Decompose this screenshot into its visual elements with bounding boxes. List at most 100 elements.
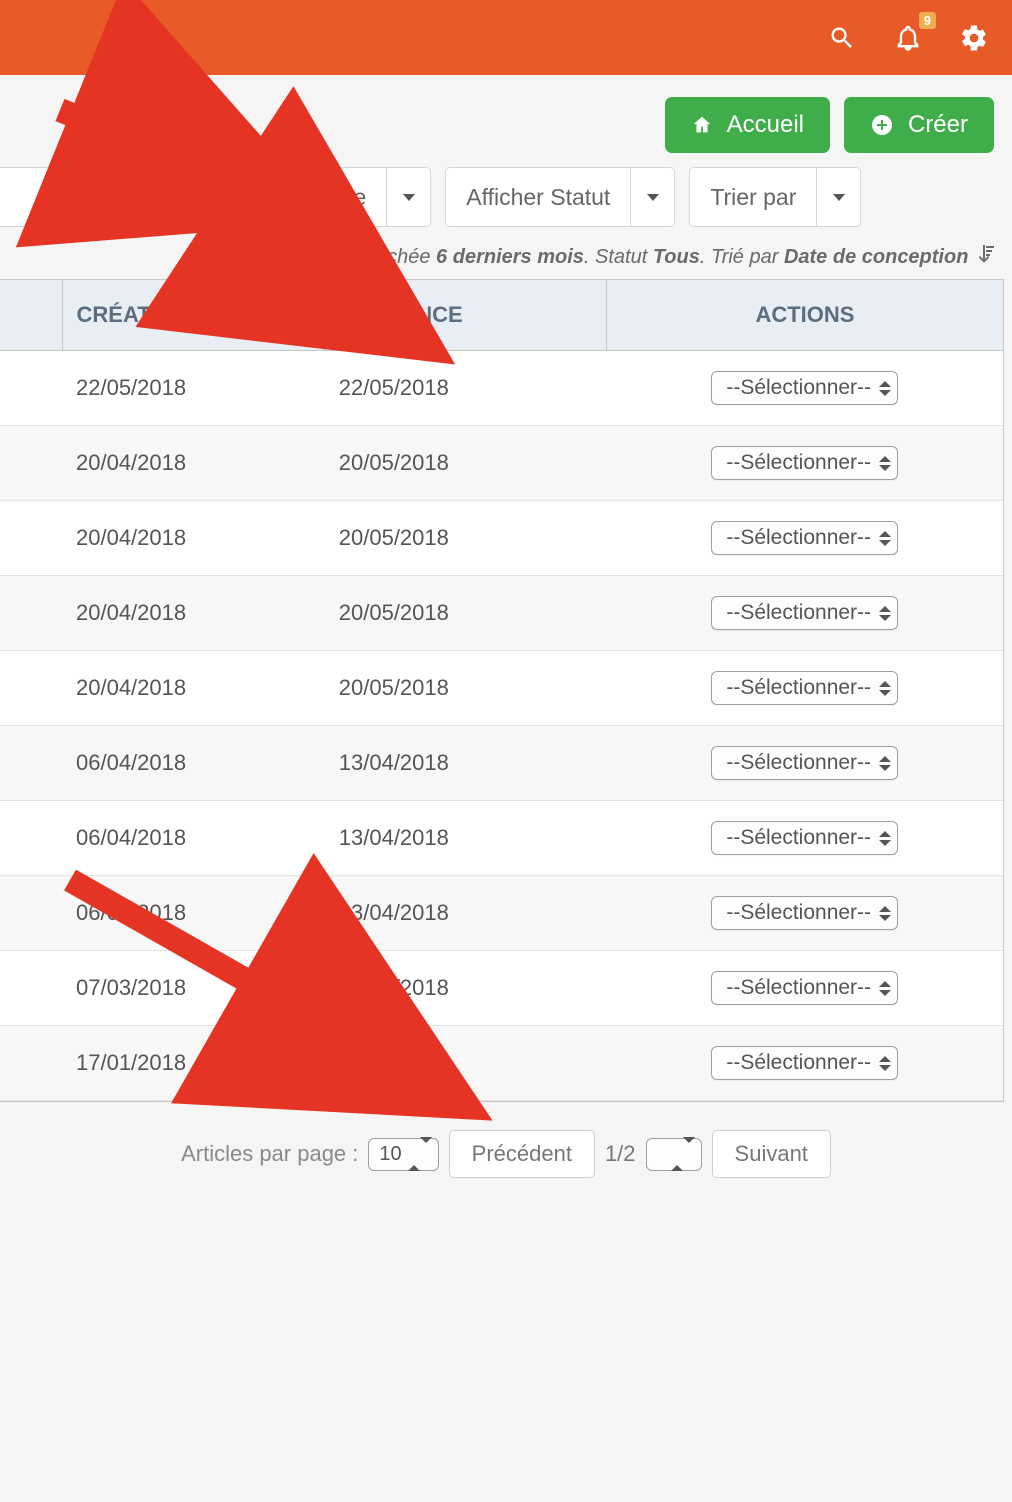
table-row[interactable]: 20/04/201820/05/2018--Sélectionner-- [0, 651, 1003, 726]
cell-actions: --Sélectionner-- [606, 876, 1003, 951]
cell-checkbox [0, 651, 62, 726]
spinner-icon [879, 606, 891, 621]
cell-actions: --Sélectionner-- [606, 951, 1003, 1026]
table-row[interactable]: 06/04/201813/04/2018 --Sélectionner-- [0, 801, 1003, 876]
cell-checkbox [0, 876, 62, 951]
row-action-select[interactable]: --Sélectionner-- [711, 596, 898, 630]
chevron-down-icon[interactable] [816, 168, 860, 226]
spinner-icon [879, 756, 891, 771]
create-button-label: Créer [908, 111, 968, 139]
cell-actions: --Sélectionner-- [606, 651, 1003, 726]
cell-creation: 06/04/2018 [62, 876, 325, 951]
cell-creation: 22/05/2018 [62, 351, 325, 426]
spinner-icon [408, 1143, 432, 1166]
cell-checkbox [0, 801, 62, 876]
cell-creation: 20/04/2018 [62, 426, 325, 501]
settings-icon[interactable] [956, 20, 992, 56]
search-input[interactable] [0, 167, 252, 227]
cell-checkbox [0, 426, 62, 501]
period-dropdown[interactable]: Période [266, 167, 431, 227]
row-action-select[interactable]: --Sélectionner-- [711, 446, 898, 480]
home-button-label: Accueil [727, 111, 804, 139]
cell-creation: 06/04/2018 [62, 801, 325, 876]
table-row[interactable]: 22/05/201822/05/2018 --Sélectionner-- [0, 351, 1003, 426]
page-size-label: Articles par page : [181, 1141, 358, 1167]
next-button[interactable]: Suivant [712, 1130, 831, 1178]
spinner-icon [879, 381, 891, 396]
data-table: CRÉATION ÉCHÉANCE ACTIONS 22/05/201822/0… [0, 279, 1004, 1102]
page-indicator: 1/2 [605, 1141, 636, 1167]
search-icon[interactable] [824, 20, 860, 56]
table-row[interactable]: 06/04/201813/04/2018 --Sélectionner-- [0, 726, 1003, 801]
spinner-icon [671, 1143, 695, 1166]
cell-due: 13/04/2018 [325, 726, 607, 801]
cell-due: 13/04/2018 [325, 801, 607, 876]
col-due[interactable]: ÉCHÉANCE [325, 280, 607, 351]
cell-creation: 20/04/2018 [62, 576, 325, 651]
create-button[interactable]: Créer [844, 97, 994, 153]
row-action-select[interactable]: --Sélectionner-- [711, 1046, 898, 1080]
period-dropdown-label[interactable]: Période [267, 168, 386, 226]
row-action-select[interactable]: --Sélectionner-- [711, 521, 898, 555]
pagination: Articles par page : 10 Précédent 1/2 Sui… [0, 1102, 1012, 1206]
summary-sort: Date de conception [784, 246, 968, 268]
row-action-select[interactable]: --Sélectionner-- [711, 671, 898, 705]
spinner-icon [879, 906, 891, 921]
table-row[interactable]: 07/03/201814/03/2018 --Sélectionner-- [0, 951, 1003, 1026]
chevron-down-icon[interactable] [386, 168, 430, 226]
cell-checkbox [0, 351, 62, 426]
cell-checkbox [0, 576, 62, 651]
spinner-icon [879, 456, 891, 471]
cell-due: 17/01/2018 [325, 1026, 607, 1101]
cell-creation: 20/04/2018 [62, 501, 325, 576]
row-action-select[interactable]: --Sélectionner-- [711, 971, 898, 1005]
table-row[interactable]: 20/04/201820/05/2018 --Sélectionner-- [0, 501, 1003, 576]
table-row[interactable]: 20/04/201820/05/2018 --Sélectionner-- [0, 426, 1003, 501]
cell-checkbox [0, 726, 62, 801]
cell-creation: 06/04/2018 [62, 726, 325, 801]
cell-actions: --Sélectionner-- [606, 426, 1003, 501]
spinner-icon [879, 681, 891, 696]
col-actions: ACTIONS [606, 280, 1003, 351]
action-row: Accueil Créer [0, 75, 1012, 167]
cell-actions: --Sélectionner-- [606, 576, 1003, 651]
sort-dropdown[interactable]: Trier par [689, 167, 861, 227]
notification-badge: 9 [919, 12, 936, 30]
prev-button[interactable]: Précédent [449, 1130, 595, 1178]
cell-due: 20/05/2018 [325, 501, 607, 576]
status-dropdown-label[interactable]: Afficher Statut [446, 168, 630, 226]
cell-due: 22/05/2018 [325, 351, 607, 426]
sort-desc-icon [978, 245, 994, 269]
cell-due: 20/05/2018 [325, 576, 607, 651]
chevron-down-icon[interactable] [630, 168, 674, 226]
row-action-select[interactable]: --Sélectionner-- [711, 896, 898, 930]
bell-icon[interactable]: 9 [890, 20, 926, 56]
cell-due: 13/04/2018 [325, 876, 607, 951]
table-row[interactable]: 20/04/201820/05/2018 --Sélectionner-- [0, 576, 1003, 651]
cell-actions: --Sélectionner-- [606, 1026, 1003, 1101]
cell-actions: --Sélectionner-- [606, 501, 1003, 576]
cell-actions: --Sélectionner-- [606, 351, 1003, 426]
page-size-select[interactable]: 10 [368, 1138, 438, 1171]
row-action-select[interactable]: --Sélectionner-- [711, 371, 898, 405]
page-jump-select[interactable] [646, 1138, 702, 1171]
filter-summary: Période affichée 6 derniers mois. Statut… [0, 235, 1012, 279]
cell-creation: 07/03/2018 [62, 951, 325, 1026]
home-button[interactable]: Accueil [665, 97, 830, 153]
cell-due: 14/03/2018 [325, 951, 607, 1026]
status-dropdown[interactable]: Afficher Statut [445, 167, 675, 227]
table-row[interactable]: 17/01/201817/01/2018--Sélectionner-- [0, 1026, 1003, 1101]
sort-dropdown-label[interactable]: Trier par [690, 168, 816, 226]
spinner-icon [879, 531, 891, 546]
cell-due: 20/05/2018 [325, 426, 607, 501]
cell-actions: --Sélectionner-- [606, 726, 1003, 801]
row-action-select[interactable]: --Sélectionner-- [711, 821, 898, 855]
table-row[interactable]: 06/04/201813/04/2018 --Sélectionner-- [0, 876, 1003, 951]
home-icon [691, 114, 713, 136]
summary-status: Tous [653, 246, 700, 268]
spinner-icon [879, 831, 891, 846]
spinner-icon [879, 1056, 891, 1071]
col-creation[interactable]: CRÉATION [62, 280, 325, 351]
row-action-select[interactable]: --Sélectionner-- [711, 746, 898, 780]
col-checkbox [0, 280, 62, 351]
